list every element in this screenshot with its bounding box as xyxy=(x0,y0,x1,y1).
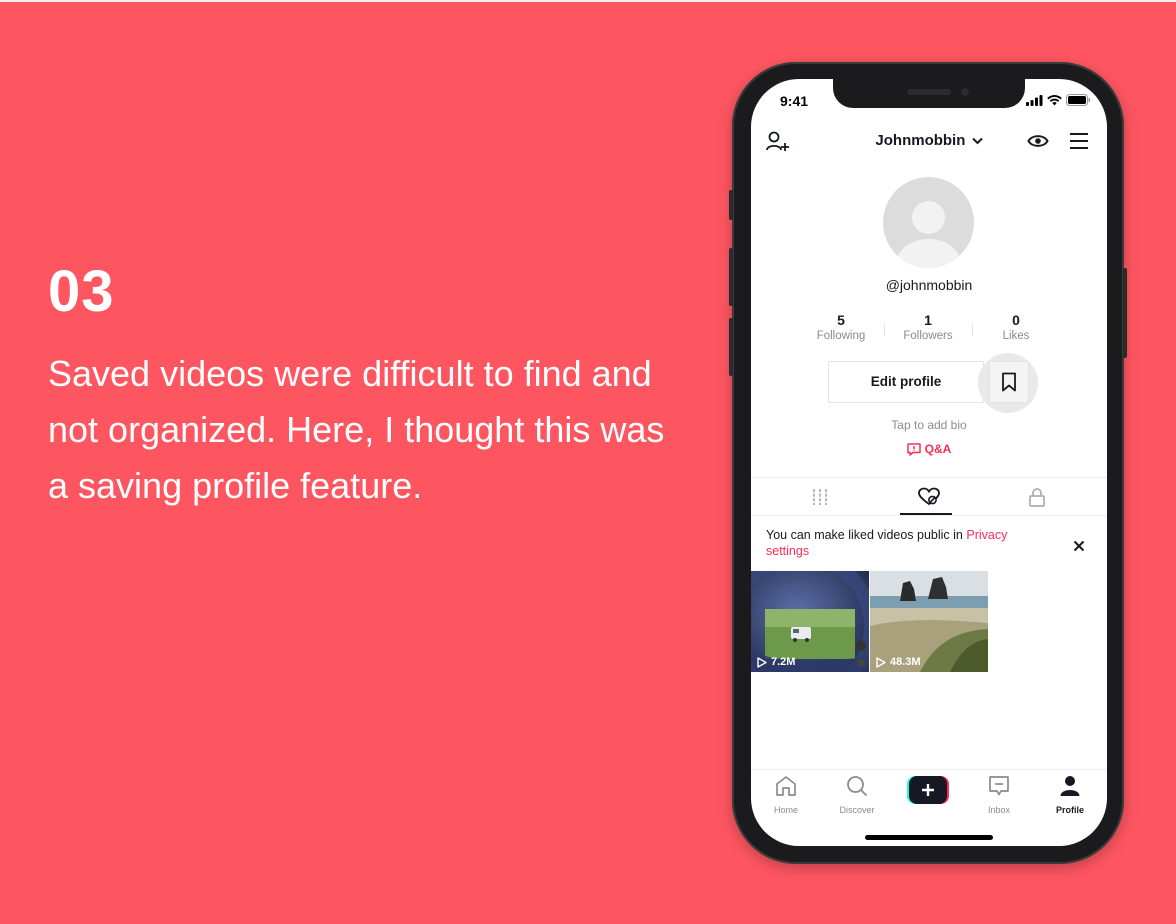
notch xyxy=(833,79,1025,108)
top-divider xyxy=(0,0,1176,2)
stat-likes-value: 0 xyxy=(1012,312,1020,328)
nav-inbox-label: Inbox xyxy=(987,805,1011,815)
close-icon xyxy=(1073,540,1085,552)
phone-screen: 9:41 Johnmobbin @johnmobbin 5 Following … xyxy=(751,79,1107,846)
avatar[interactable] xyxy=(883,177,974,268)
video-views-count: 7.2M xyxy=(771,656,796,668)
slide-caption: Saved videos were difficult to find and … xyxy=(48,353,665,506)
status-time: 9:41 xyxy=(780,93,809,109)
stat-following-value: 5 xyxy=(837,312,845,328)
nav-discover-label: Discover xyxy=(839,805,875,815)
stat-divider xyxy=(884,324,885,336)
stat-followers-value: 1 xyxy=(924,312,932,328)
status-icons xyxy=(1026,94,1091,106)
qa-icon xyxy=(906,442,921,456)
home-icon xyxy=(776,776,796,796)
grid-icon xyxy=(813,489,827,505)
signal-icon xyxy=(1026,94,1043,106)
wifi-icon xyxy=(1047,94,1062,105)
nav-profile[interactable]: Profile xyxy=(1040,775,1100,815)
menu-icon[interactable] xyxy=(1069,132,1089,155)
stat-followers[interactable]: 1 Followers xyxy=(888,312,968,342)
qa-link[interactable]: Q&A xyxy=(751,442,1107,456)
privacy-notice-text: You can make liked videos public in xyxy=(766,528,967,542)
edit-profile-button[interactable]: Edit profile xyxy=(828,361,984,403)
video-views: 7.2M xyxy=(757,656,795,668)
stat-followers-label: Followers xyxy=(903,330,953,342)
qa-label: Q&A xyxy=(924,442,952,456)
profile-username: Johnmobbin xyxy=(875,132,966,149)
chevron-down-icon xyxy=(971,137,983,145)
stat-following-label: Following xyxy=(816,330,866,342)
power-button xyxy=(1123,268,1127,358)
nav-inbox[interactable]: Inbox xyxy=(969,775,1029,815)
tabs-divider xyxy=(751,477,1107,478)
close-notice-button[interactable] xyxy=(1067,534,1091,558)
volume-up-button xyxy=(729,248,733,306)
profile-icon xyxy=(1060,776,1080,796)
video-thumbnail[interactable]: 7.2M xyxy=(751,571,869,672)
play-icon xyxy=(876,656,886,668)
tab-liked[interactable] xyxy=(909,483,949,511)
nav-home[interactable]: Home xyxy=(756,775,816,815)
profile-handle: @johnmobbin xyxy=(885,277,973,293)
add-bio-link[interactable]: Tap to add bio xyxy=(751,418,1107,432)
video-thumbnail[interactable]: 48.3M xyxy=(870,571,988,672)
nav-home-label: Home xyxy=(773,805,798,815)
eye-icon[interactable] xyxy=(1027,132,1049,155)
play-icon xyxy=(757,656,767,668)
home-indicator xyxy=(865,835,993,840)
inbox-icon xyxy=(989,776,1009,796)
create-icon xyxy=(907,776,949,804)
privacy-notice: You can make liked videos public in Priv… xyxy=(766,527,1036,559)
tab-videos[interactable] xyxy=(800,483,840,511)
tabs-bottom-divider xyxy=(751,515,1107,516)
video-views-count: 48.3M xyxy=(890,656,921,668)
nav-discover[interactable]: Discover xyxy=(827,775,887,815)
stat-likes[interactable]: 0 Likes xyxy=(976,312,1056,342)
lock-icon xyxy=(1029,488,1045,507)
video-views: 48.3M xyxy=(876,656,921,668)
profile-username-dropdown[interactable]: Johnmobbin xyxy=(751,132,1107,149)
nav-profile-label: Profile xyxy=(1055,805,1084,815)
bottom-nav-divider xyxy=(751,769,1107,770)
search-icon xyxy=(847,776,868,797)
volume-down-button xyxy=(729,318,733,376)
step-number: 03 xyxy=(48,259,115,324)
stat-likes-label: Likes xyxy=(1002,330,1030,342)
tab-private[interactable] xyxy=(1017,483,1057,511)
mute-switch xyxy=(729,190,733,220)
stat-following[interactable]: 5 Following xyxy=(801,312,881,342)
bookmark-icon xyxy=(1002,372,1016,392)
liked-hidden-icon xyxy=(918,487,940,506)
favorites-button[interactable] xyxy=(989,361,1029,403)
nav-create[interactable] xyxy=(898,776,958,809)
stat-divider xyxy=(972,324,973,336)
battery-icon xyxy=(1066,94,1091,106)
